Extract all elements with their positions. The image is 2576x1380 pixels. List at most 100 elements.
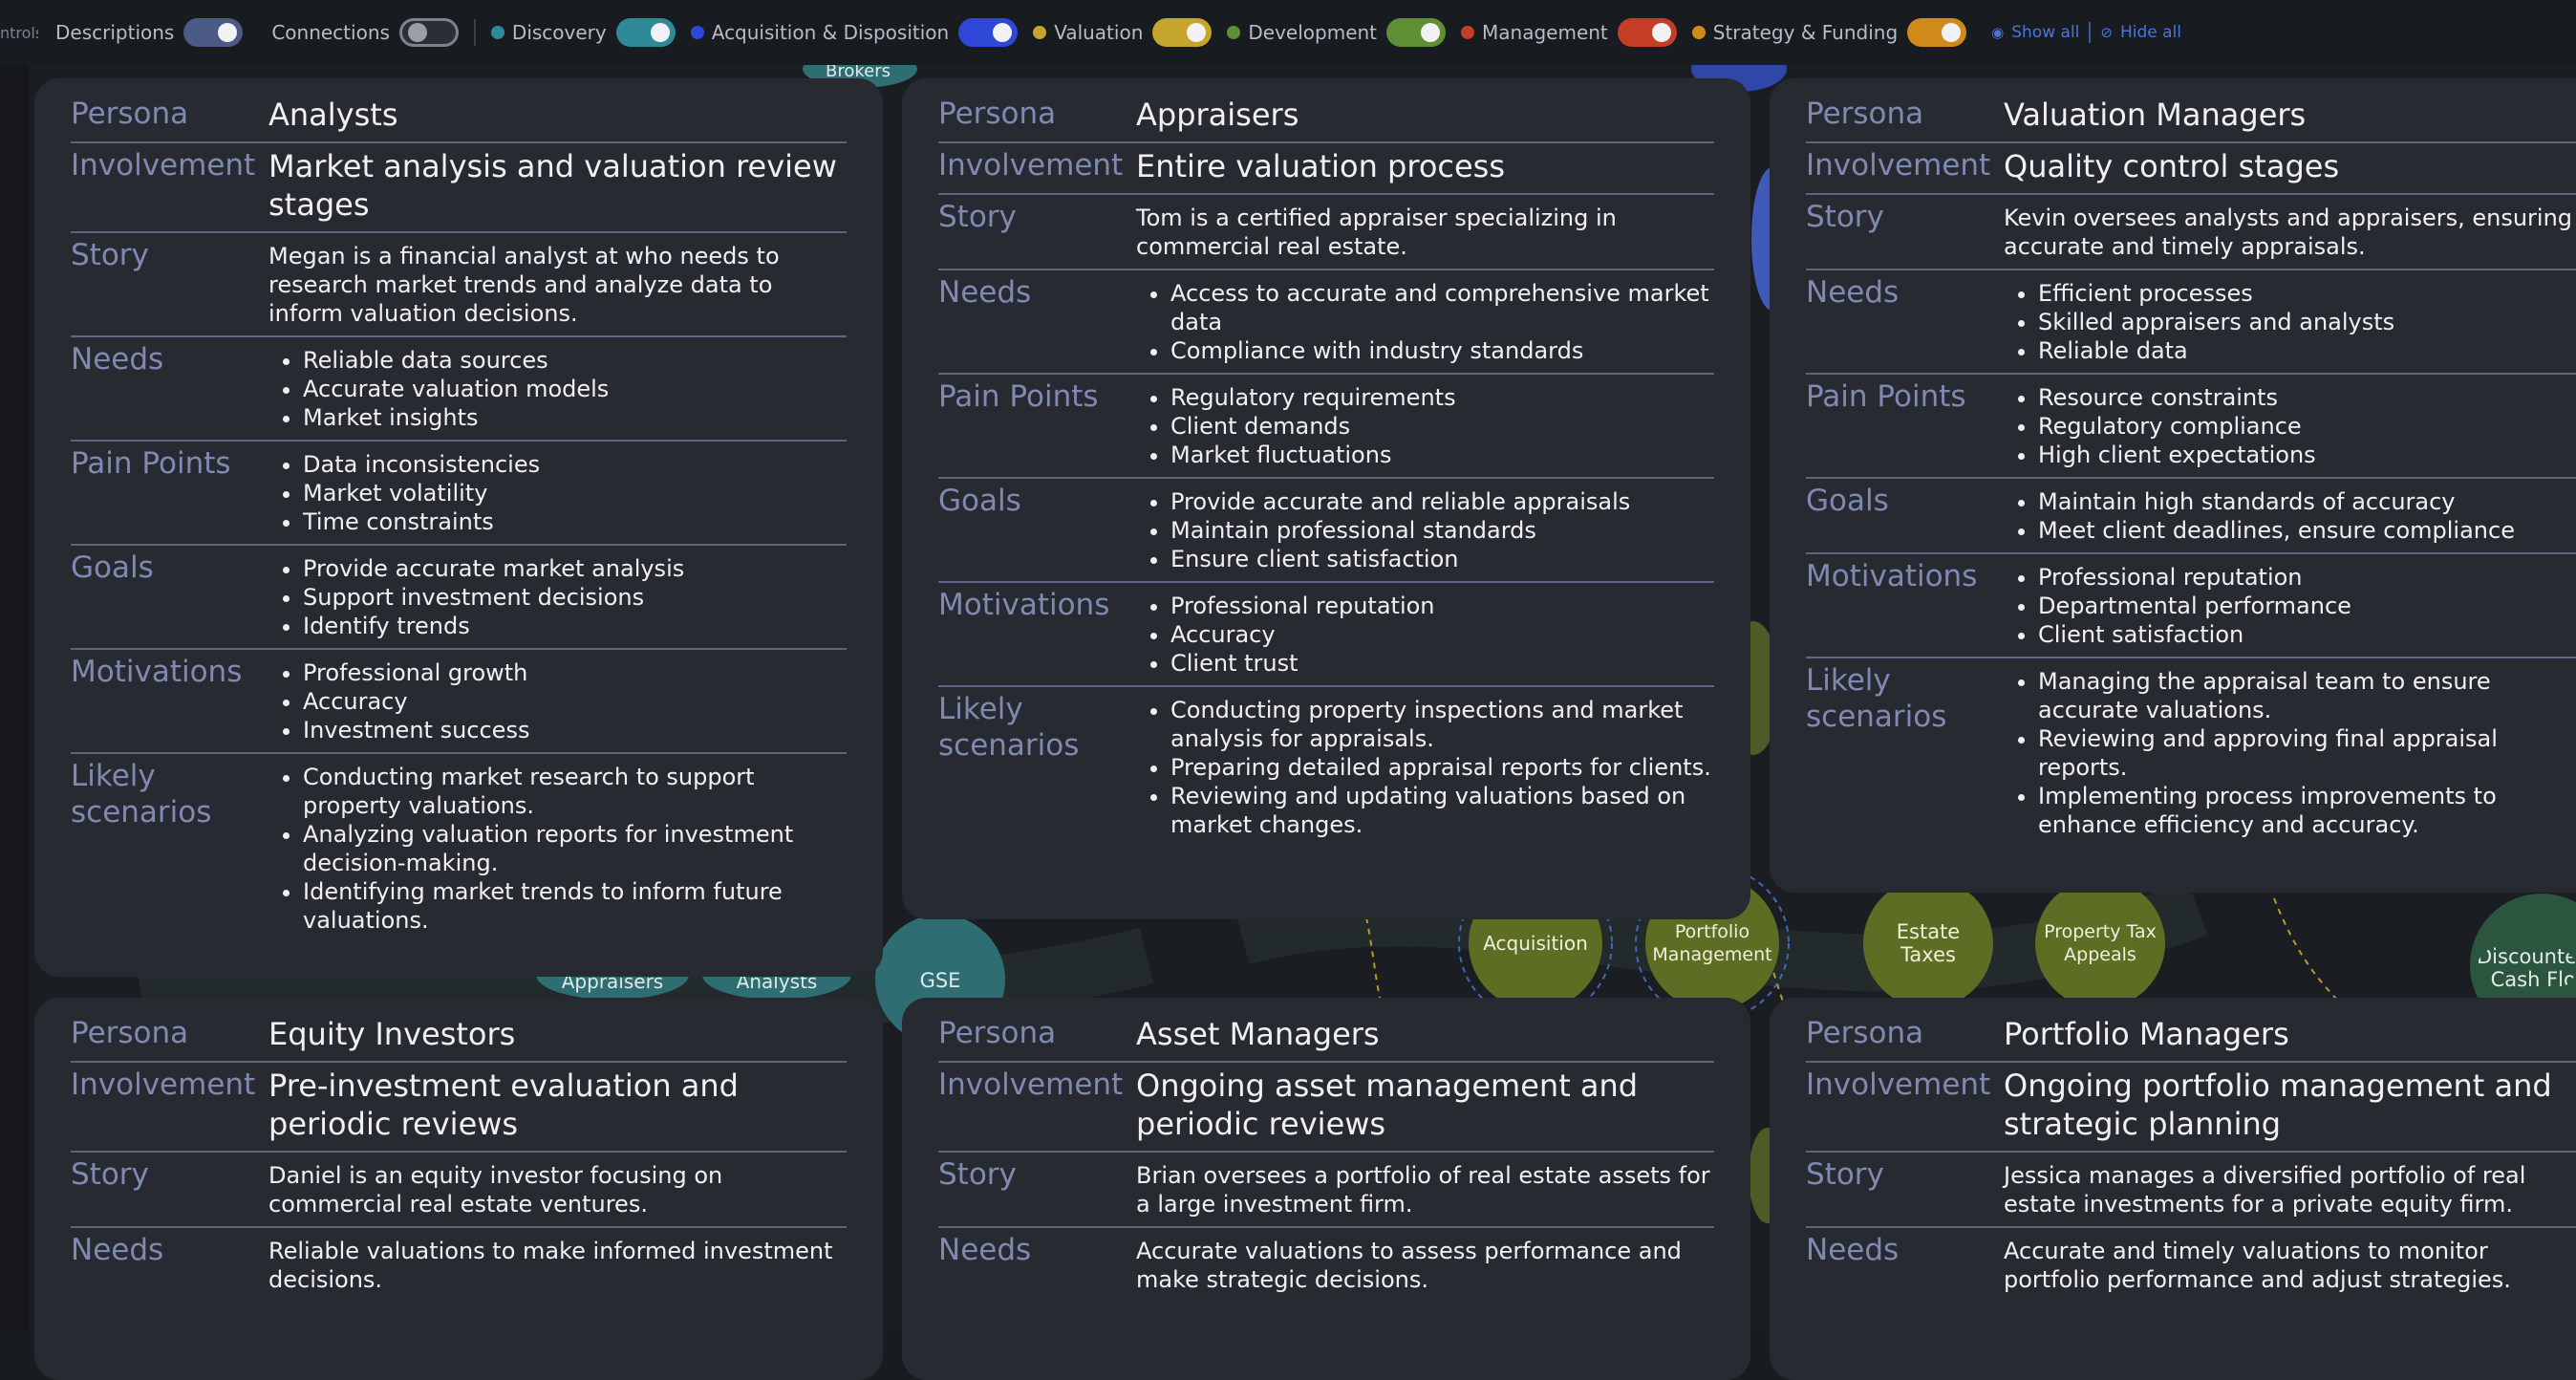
- descriptions-label: Descriptions: [55, 21, 175, 44]
- involvement-row: Involvement Quality control stages: [1806, 143, 2576, 195]
- story-row: Story Daniel is an equity investor focusi…: [71, 1153, 847, 1228]
- persona-row: Persona Analysts: [71, 92, 847, 143]
- list-item: Compliance with industry standards: [1170, 336, 1714, 365]
- involvement-row: Involvement Ongoing portfolio management …: [1806, 1063, 2576, 1153]
- persona-value: Portfolio Managers: [2004, 1016, 2289, 1052]
- persona-value: Asset Managers: [1136, 1016, 1380, 1052]
- list-item: Accuracy: [303, 687, 847, 716]
- needs-row: Needs Accurate and timely valuations to m…: [1806, 1228, 2576, 1302]
- likely-scenarios-row: Likely scenarios Conducting property ins…: [938, 687, 1714, 847]
- persona-value: Analysts: [268, 97, 398, 133]
- involvement-row: Involvement Ongoing asset management and …: [938, 1063, 1714, 1153]
- persona-label: Persona: [938, 1016, 1057, 1050]
- discovery-toggle[interactable]: [615, 18, 676, 47]
- involvement-row: Involvement Entire valuation process: [938, 143, 1714, 195]
- motivations-label: Motivations: [1806, 559, 1978, 593]
- bubble-label: Acquisition: [1483, 932, 1588, 955]
- acquisition-toggle[interactable]: [958, 18, 1019, 47]
- list-item: Data inconsistencies: [303, 450, 847, 479]
- needs-row: Needs Accurate valuations to assess perfo…: [938, 1228, 1714, 1302]
- list-item: High client expectations: [2038, 441, 2576, 469]
- bubble-discounted-cash-flow-label: Discounted Cash Flo: [2477, 945, 2576, 991]
- pain-points-list: Data inconsistenciesMarket volatilityTim…: [268, 450, 847, 536]
- list-item: Professional growth: [303, 658, 847, 687]
- story-value: Megan is a financial analyst at who need…: [268, 243, 780, 327]
- strategy-toggle[interactable]: [1907, 18, 1967, 47]
- persona-row: Persona Asset Managers: [938, 1011, 1714, 1063]
- pain-points-label: Pain Points: [1806, 379, 1966, 414]
- likely-scenarios-list: Managing the appraisal team to ensure ac…: [2004, 667, 2576, 839]
- needs-value: Accurate valuations to assess performanc…: [1136, 1238, 1682, 1293]
- likely-scenarios-label: Likely scenarios: [938, 692, 1080, 763]
- bubble-estate-taxes-label: Estate Taxes: [1896, 920, 1961, 966]
- persona-label: Persona: [71, 97, 189, 131]
- controls-label: ntrols: [0, 23, 38, 42]
- persona-row: Persona Portfolio Managers: [1806, 1011, 2576, 1063]
- list-item: Accurate valuation models: [303, 375, 847, 403]
- pain-points-list: Resource constraintsRegulatory complianc…: [2004, 383, 2576, 469]
- persona-card-analysts: Persona Analysts Involvement Market analys…: [34, 78, 883, 977]
- connections-toggle-group: Connections: [271, 18, 459, 47]
- motivations-row: Motivations Professional reputationDepar…: [1806, 554, 2576, 658]
- needs-list: Access to accurate and comprehensive mar…: [1136, 279, 1714, 365]
- story-row: Story Tom is a certified appraiser specia…: [938, 195, 1714, 270]
- pain-points-row: Pain Points Resource constraintsRegulato…: [1806, 375, 2576, 479]
- persona-card-asset-managers: Persona Asset Managers Involvement Ongoing…: [902, 998, 1750, 1380]
- likely-scenarios-label: Likely scenarios: [71, 759, 212, 830]
- pain-points-list: Regulatory requirementsClient demandsMar…: [1136, 383, 1714, 469]
- list-item: Market volatility: [303, 479, 847, 507]
- likely-scenarios-list: Conducting market research to support pr…: [268, 763, 847, 935]
- list-item: Skilled appraisers and analysts: [2038, 308, 2576, 336]
- list-item: Provide accurate market analysis: [303, 554, 847, 583]
- persona-label: Persona: [71, 1016, 189, 1050]
- hide-all-button[interactable]: ⊘ Hide all: [2100, 23, 2181, 42]
- story-label: Story: [938, 1157, 1017, 1192]
- development-toggle[interactable]: [1386, 18, 1447, 47]
- persona-row: Persona Equity Investors: [71, 1011, 847, 1063]
- involvement-value: Quality control stages: [2004, 148, 2340, 184]
- needs-row: Needs Reliable valuations to make informe…: [71, 1228, 847, 1302]
- connections-toggle[interactable]: [398, 18, 459, 47]
- needs-row: Needs Efficient processesSkilled apprais…: [1806, 270, 2576, 375]
- list-item: Reliable data sources: [303, 346, 847, 375]
- persona-label: Persona: [1806, 97, 1924, 131]
- motivations-row: Motivations Professional reputationAccur…: [938, 583, 1714, 687]
- likely-scenarios-label: Likely scenarios: [1806, 663, 1947, 734]
- pain-points-label: Pain Points: [938, 379, 1099, 414]
- goals-label: Goals: [938, 484, 1021, 518]
- persona-row: Persona Valuation Managers: [1806, 92, 2576, 143]
- story-value: Daniel is an equity investor focusing on…: [268, 1162, 723, 1218]
- discovery-dot: [490, 26, 504, 39]
- needs-label: Needs: [938, 275, 1032, 310]
- descriptions-toggle[interactable]: [183, 18, 244, 47]
- list-item: Maintain professional standards: [1170, 516, 1714, 545]
- persona-card-valuation-managers: Persona Valuation Managers Involvement Qua…: [1770, 78, 2576, 893]
- show-all-button[interactable]: ◉ Show all: [1991, 23, 2079, 42]
- involvement-value: Market analysis and valuation review sta…: [268, 148, 837, 223]
- goals-list: Provide accurate and reliable appraisals…: [1136, 487, 1714, 573]
- story-row: Story Brian oversees a portfolio of real …: [938, 1153, 1714, 1228]
- list-item: Client satisfaction: [2038, 620, 2576, 649]
- category-toggle-management: Management: [1461, 18, 1677, 47]
- eye-off-icon: ⊘: [2100, 24, 2113, 41]
- show-all-label: Show all: [2011, 23, 2080, 42]
- story-row: Story Megan is a financial analyst at who…: [71, 233, 847, 337]
- list-item: Market fluctuations: [1170, 441, 1714, 469]
- list-item: Resource constraints: [2038, 383, 2576, 412]
- valuation-toggle[interactable]: [1152, 18, 1213, 47]
- involvement-label: Involvement: [71, 148, 256, 183]
- goals-row: Goals Provide accurate market analysisSu…: [71, 546, 847, 650]
- eye-icon: ◉: [1991, 24, 2005, 41]
- list-item: Maintain high standards of accuracy: [2038, 487, 2576, 516]
- goals-row: Goals Maintain high standards of accurac…: [1806, 479, 2576, 554]
- management-toggle[interactable]: [1617, 18, 1677, 47]
- needs-label: Needs: [1806, 1233, 1900, 1267]
- needs-list: Efficient processesSkilled appraisers an…: [2004, 279, 2576, 365]
- story-value: Kevin oversees analysts and appraisers, …: [2004, 205, 2573, 260]
- involvement-value: Ongoing asset management and periodic re…: [1136, 1067, 1639, 1142]
- list-item: Professional reputation: [1170, 592, 1714, 620]
- list-item: Market insights: [303, 403, 847, 432]
- list-item: Departmental performance: [2038, 592, 2576, 620]
- involvement-value: Ongoing portfolio management and strateg…: [2004, 1067, 2552, 1142]
- involvement-row: Involvement Pre-investment evaluation and…: [71, 1063, 847, 1153]
